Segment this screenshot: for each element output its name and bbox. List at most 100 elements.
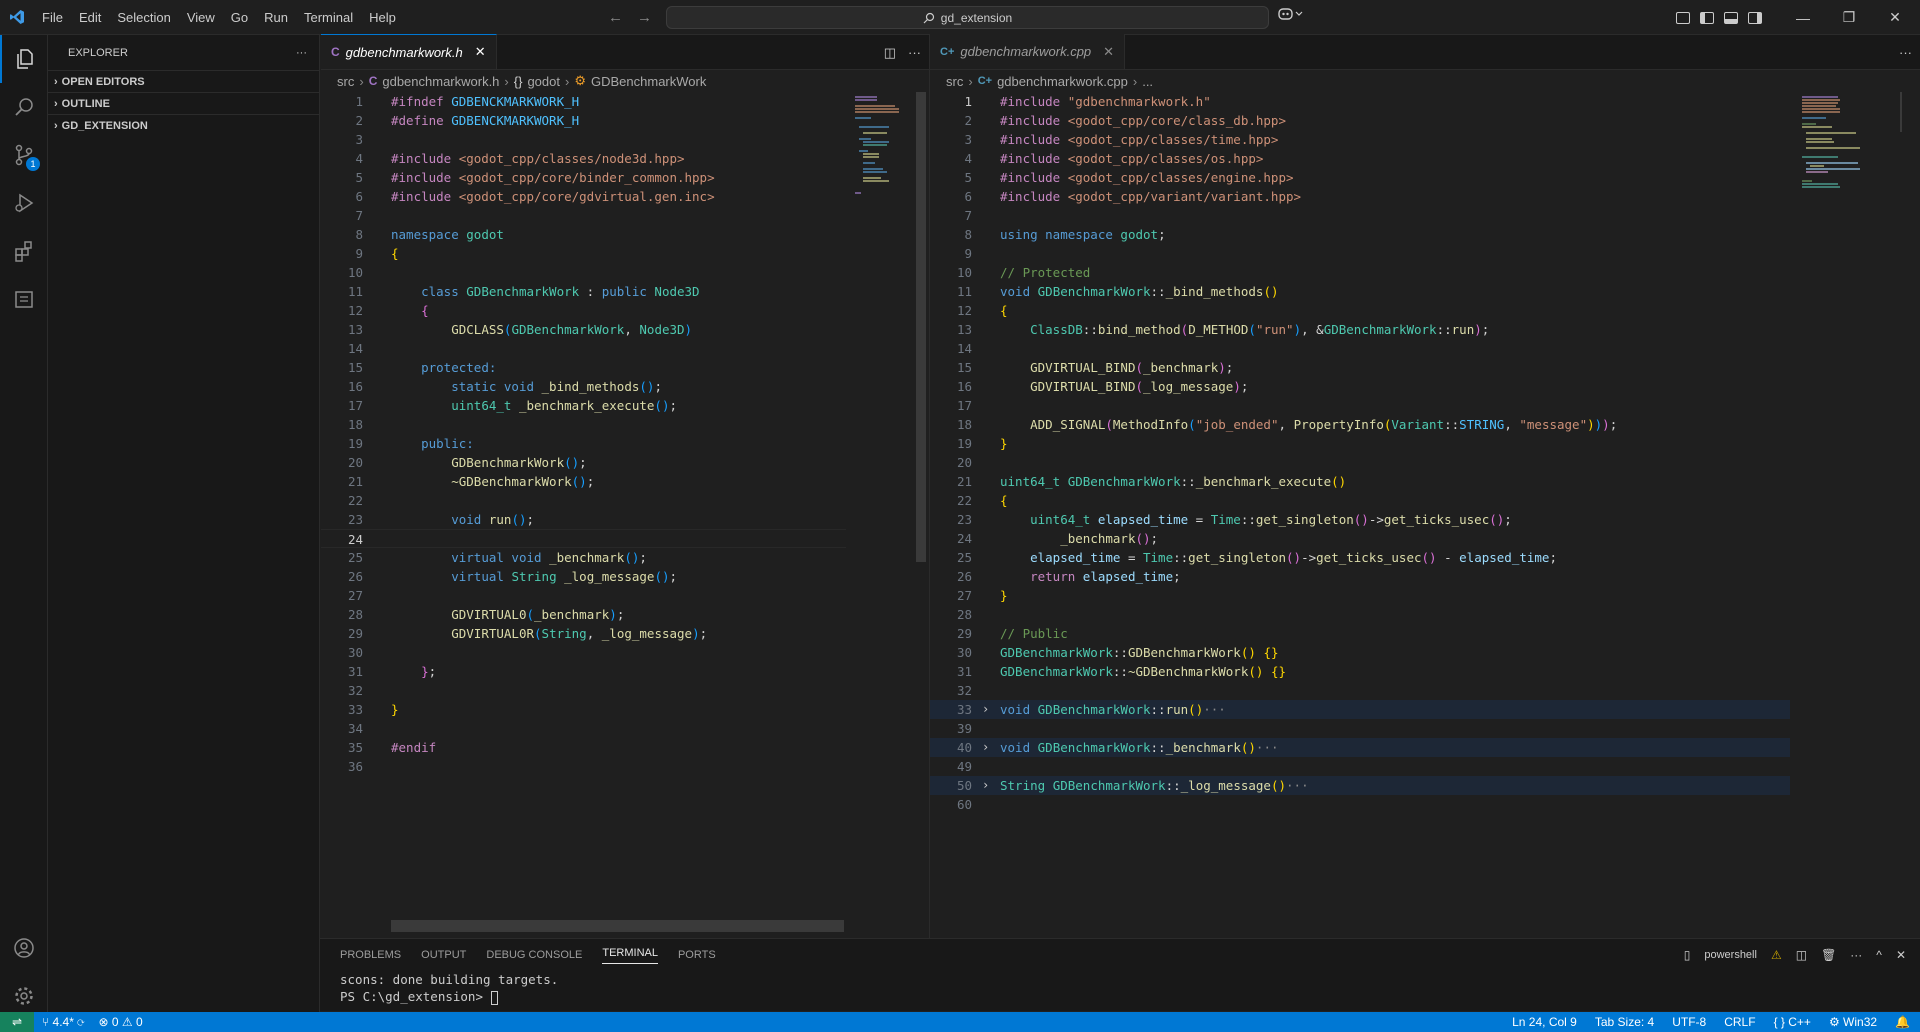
code-line[interactable]: 35 #endif <box>321 738 846 757</box>
breadcrumb-file[interactable]: gdbenchmarkwork.cpp <box>997 74 1128 89</box>
close-panel-icon[interactable]: ✕ <box>1896 948 1906 962</box>
menu-go[interactable]: Go <box>223 0 256 35</box>
terminal-shell-label[interactable]: powershell <box>1704 949 1757 961</box>
code-line[interactable]: 22 <box>321 491 846 510</box>
encoding[interactable]: UTF-8 <box>1672 1015 1706 1029</box>
code-line[interactable]: 14 <box>321 339 846 358</box>
section-outline[interactable]: › OUTLINE <box>48 92 319 114</box>
customize-layout-icon[interactable] <box>1676 11 1690 24</box>
code-line[interactable]: 34 <box>321 719 846 738</box>
code-line[interactable]: 11 class GDBenchmarkWork : public Node3D <box>321 282 846 301</box>
fold-chevron-icon[interactable]: › <box>982 776 989 795</box>
minimize-button[interactable]: — <box>1780 10 1826 26</box>
code-line[interactable]: 32 <box>930 681 1790 700</box>
code-line[interactable]: 25 elapsed_time = Time::get_singleton()-… <box>930 548 1790 567</box>
code-line[interactable]: 8 namespace godot <box>321 225 846 244</box>
close-window-button[interactable]: ✕ <box>1872 9 1918 26</box>
sidebar-more-actions-icon[interactable]: ··· <box>296 47 307 59</box>
code-line[interactable]: 3 <box>321 130 846 149</box>
code-line[interactable]: 19 public: <box>321 434 846 453</box>
code-line[interactable]: 30 <box>321 643 846 662</box>
menu-view[interactable]: View <box>179 0 223 35</box>
folded-code-line[interactable]: 40 › void GDBenchmarkWork::_benchmark()··· <box>930 738 1790 757</box>
split-editor-icon[interactable]: ◫ <box>884 45 896 61</box>
more-actions-icon[interactable]: ··· <box>1899 45 1912 60</box>
code-line[interactable]: 4 #include <godot_cpp/classes/os.hpp> <box>930 149 1790 168</box>
kill-terminal-icon[interactable]: 🗑 <box>1821 948 1836 962</box>
toggle-panel-icon[interactable] <box>1724 11 1738 24</box>
code-line[interactable]: 28 <box>930 605 1790 624</box>
code-line[interactable]: 16 static void _bind_methods(); <box>321 377 846 396</box>
platform[interactable]: ⚙ Win32 <box>1829 1015 1877 1029</box>
code-line[interactable]: 23 uint64_t elapsed_time = Time::get_sin… <box>930 510 1790 529</box>
code-line[interactable]: 2 #define GDBENCKMARKWORK_H <box>321 111 846 130</box>
run-debug-icon[interactable] <box>0 179 48 227</box>
source-control-icon[interactable]: 1 <box>0 131 48 179</box>
vertical-scrollbar[interactable] <box>916 92 926 562</box>
code-line[interactable]: 15 protected: <box>321 358 846 377</box>
fold-chevron-icon[interactable]: › <box>982 700 989 719</box>
code-line[interactable]: 9 <box>930 244 1790 263</box>
code-line[interactable]: 29 // Public <box>930 624 1790 643</box>
code-line[interactable]: 20 GDBenchmarkWork(); <box>321 453 846 472</box>
search-view-icon[interactable] <box>0 83 48 131</box>
code-line[interactable]: 14 <box>930 339 1790 358</box>
forward-arrow-icon[interactable]: → <box>637 9 652 26</box>
cursor-position[interactable]: Ln 24, Col 9 <box>1512 1015 1577 1029</box>
code-line[interactable]: 31 GDBenchmarkWork::~GDBenchmarkWork() {} <box>930 662 1790 681</box>
tab-ports[interactable]: PORTS <box>678 949 716 961</box>
menu-file[interactable]: File <box>34 0 71 35</box>
code-line[interactable]: 8 using namespace godot; <box>930 225 1790 244</box>
code-line[interactable]: 12 { <box>930 301 1790 320</box>
command-center-search[interactable]: gd_extension <box>666 6 1269 29</box>
code-area[interactable]: 1 #ifndef GDBENCKMARKWORK_H 2 #define GDBEN… <box>321 92 846 776</box>
toggle-sidebar-icon[interactable] <box>1700 11 1714 24</box>
code-line[interactable]: 10 // Protected <box>930 263 1790 282</box>
language-mode[interactable]: { } C++ <box>1774 1015 1811 1029</box>
copilot-icon[interactable] <box>1278 7 1304 24</box>
code-line[interactable]: 17 uint64_t _benchmark_execute(); <box>321 396 846 415</box>
section-open-editors[interactable]: › OPEN EDITORS <box>48 70 319 92</box>
more-actions-icon[interactable]: ··· <box>908 45 921 60</box>
code-line[interactable]: 15 GDVIRTUAL_BIND(_benchmark); <box>930 358 1790 377</box>
code-line[interactable]: 13 ClassDB::bind_method(D_METHOD("run"),… <box>930 320 1790 339</box>
menu-help[interactable]: Help <box>361 0 404 35</box>
code-line[interactable]: 7 <box>321 206 846 225</box>
code-line[interactable]: 49 <box>930 757 1790 776</box>
code-line[interactable]: 22 { <box>930 491 1790 510</box>
code-line[interactable]: 18 ADD_SIGNAL(MethodInfo("job_ended", Pr… <box>930 415 1790 434</box>
horizontal-scrollbar[interactable] <box>391 920 844 932</box>
code-line[interactable]: 18 <box>321 415 846 434</box>
tab-terminal[interactable]: TERMINAL <box>602 947 658 964</box>
code-line[interactable]: 39 <box>930 719 1790 738</box>
code-line[interactable]: 36 <box>321 757 846 776</box>
end-of-line[interactable]: CRLF <box>1724 1015 1755 1029</box>
code-line[interactable]: 13 GDCLASS(GDBenchmarkWork, Node3D) <box>321 320 846 339</box>
maximize-panel-icon[interactable]: ^ <box>1876 948 1882 962</box>
code-line[interactable]: 3 #include <godot_cpp/classes/time.hpp> <box>930 130 1790 149</box>
code-line[interactable]: 25 virtual void _benchmark(); <box>321 548 846 567</box>
menu-selection[interactable]: Selection <box>109 0 178 35</box>
breadcrumb-more[interactable]: ... <box>1142 74 1153 89</box>
code-line[interactable]: 31 }; <box>321 662 846 681</box>
code-line[interactable]: 20 <box>930 453 1790 472</box>
split-terminal-icon[interactable]: ◫ <box>1796 948 1807 962</box>
remote-indicator-icon[interactable]: ⇌ <box>0 1012 34 1032</box>
code-line[interactable]: 32 <box>321 681 846 700</box>
code-line[interactable]: 26 return elapsed_time; <box>930 567 1790 586</box>
code-line[interactable]: 10 <box>321 263 846 282</box>
code-line[interactable]: 6 #include <godot_cpp/variant/variant.hpp… <box>930 187 1790 206</box>
code-line[interactable]: 30 GDBenchmarkWork::GDBenchmarkWork() {} <box>930 643 1790 662</box>
code-line[interactable]: 29 GDVIRTUAL0R(String, _log_message); <box>321 624 846 643</box>
breadcrumb-folder[interactable]: src <box>946 74 963 89</box>
toggle-secondary-sidebar-icon[interactable] <box>1748 11 1762 24</box>
menu-edit[interactable]: Edit <box>71 0 109 35</box>
code-line[interactable]: 9{ <box>321 244 846 263</box>
extensions-icon[interactable] <box>0 227 48 275</box>
explorer-icon[interactable] <box>0 35 48 83</box>
more-actions-icon[interactable]: ··· <box>1850 948 1862 962</box>
code-line[interactable]: 60 <box>930 795 1790 814</box>
code-line[interactable]: 5 #include <godot_cpp/classes/engine.hpp> <box>930 168 1790 187</box>
code-line[interactable]: 17 <box>930 396 1790 415</box>
tab-size[interactable]: Tab Size: 4 <box>1595 1015 1654 1029</box>
